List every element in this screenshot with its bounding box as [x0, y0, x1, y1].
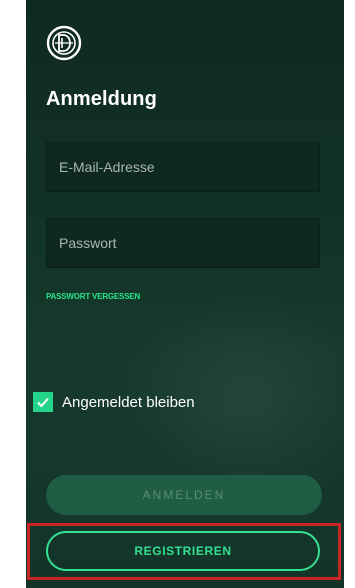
login-button[interactable]: ANMELDEN [46, 475, 322, 515]
register-button[interactable]: REGISTRIEREN [46, 531, 320, 571]
email-field[interactable] [46, 142, 320, 192]
password-input[interactable] [59, 235, 319, 251]
login-panel: Anmeldung PASSWORT VERGESSEN ANMELDEN [26, 0, 344, 588]
remember-me-checkbox[interactable] [33, 392, 53, 412]
remember-me-label: Angemeldet bleiben [62, 393, 195, 411]
forgot-password-link[interactable]: PASSWORT VERGESSEN [46, 292, 140, 301]
checkmark-icon [37, 397, 49, 408]
remember-me-option[interactable]: Angemeldet bleiben [33, 392, 195, 412]
page-title: Anmeldung [46, 88, 157, 110]
password-field[interactable] [46, 218, 320, 268]
dfb-logo-icon [46, 25, 82, 61]
email-input[interactable] [59, 159, 319, 175]
